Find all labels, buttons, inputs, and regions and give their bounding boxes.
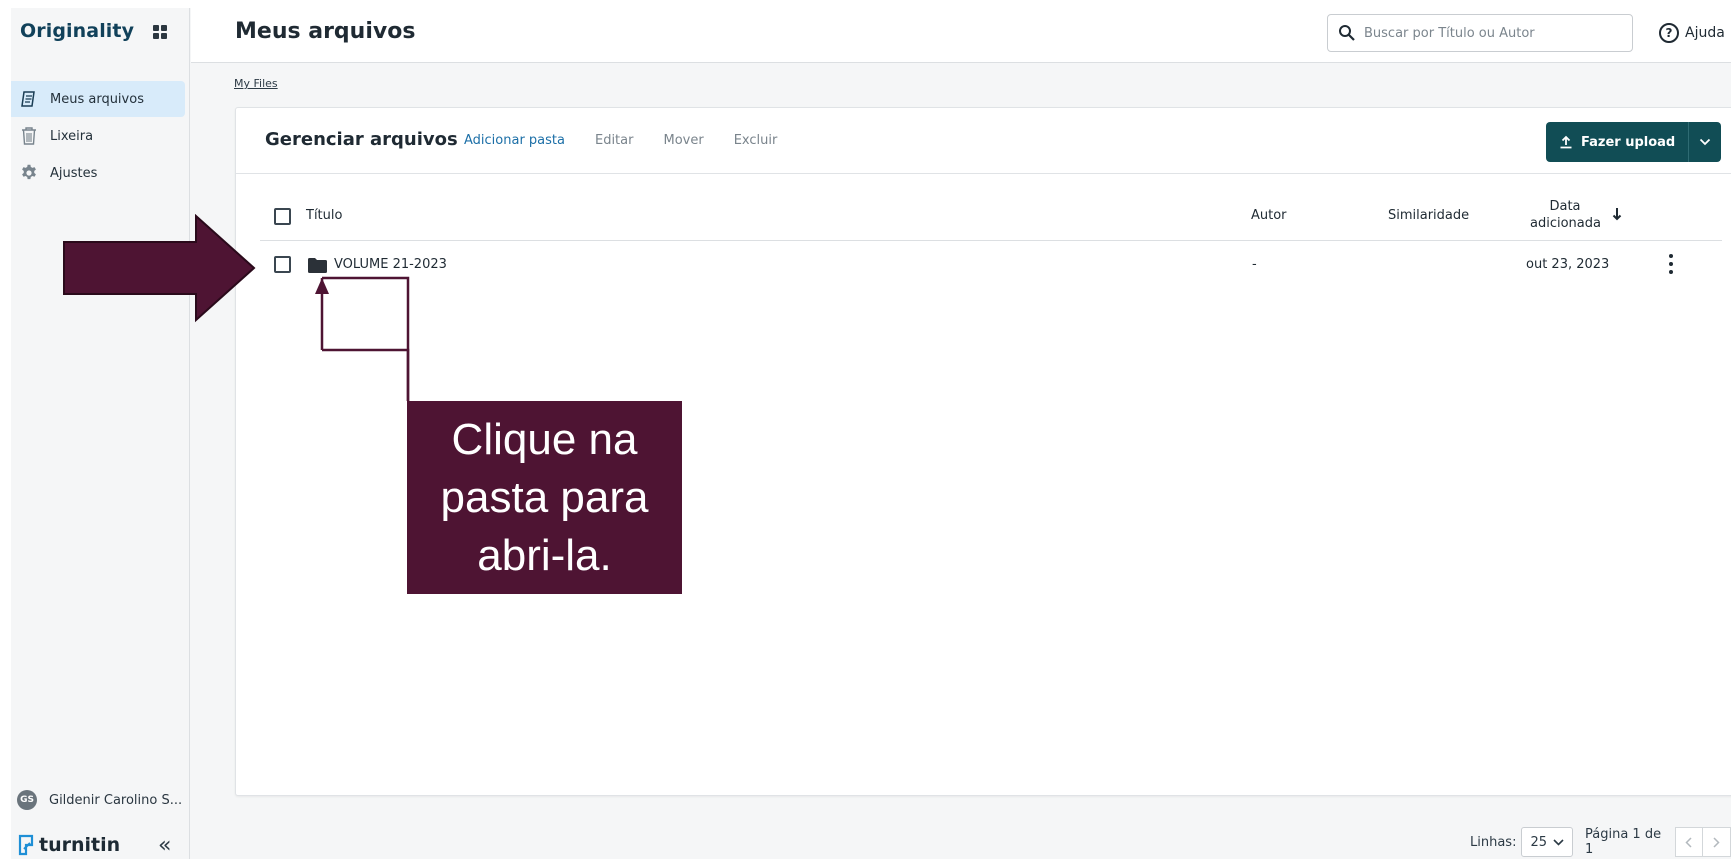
upload-split-button: Fazer upload	[1546, 122, 1722, 162]
chevron-down-icon	[1700, 138, 1711, 146]
search-input[interactable]	[1364, 25, 1614, 41]
help-button[interactable]: ? Ajuda	[1659, 23, 1725, 43]
row-author: -	[1252, 257, 1257, 272]
chevron-right-icon	[1713, 836, 1720, 848]
turnitin-logo: turnitin	[18, 834, 120, 856]
action-bar: Adicionar pasta Editar Mover Excluir	[464, 133, 807, 148]
user-menu[interactable]: GS Gildenir Carolino S...	[17, 790, 182, 810]
column-header-similarity[interactable]: Similaridade	[1388, 208, 1469, 223]
more-options-icon[interactable]	[1668, 254, 1674, 274]
edit-button[interactable]: Editar	[595, 133, 634, 148]
page-indicator: Página 1 de 1	[1585, 827, 1662, 857]
turnitin-logo-icon	[18, 834, 34, 856]
upload-icon	[1560, 135, 1572, 149]
help-icon: ?	[1659, 23, 1679, 43]
sort-descending-icon[interactable]	[1612, 207, 1622, 225]
pagination: Linhas: 25 Página 1 de 1	[1470, 827, 1731, 857]
upload-options-button[interactable]	[1689, 122, 1722, 162]
avatar: GS	[17, 790, 37, 810]
next-page-button[interactable]	[1702, 827, 1731, 857]
delete-button[interactable]: Excluir	[734, 133, 778, 148]
card-header: Gerenciar arquivos Adicionar pasta Edita…	[236, 108, 1731, 174]
column-header-date-line1: Data	[1549, 199, 1581, 214]
row-date: out 23, 2023	[1526, 257, 1610, 272]
column-header-date[interactable]: Data adicionada	[1530, 198, 1601, 232]
rows-per-page-label: Linhas:	[1470, 834, 1517, 850]
chevron-down-icon	[1553, 838, 1564, 846]
column-header-author[interactable]: Autor	[1251, 208, 1287, 223]
rows-per-page-select[interactable]: 25	[1521, 827, 1573, 857]
user-name: Gildenir Carolino S...	[49, 792, 183, 808]
search-box[interactable]	[1327, 14, 1633, 52]
table-header: Título Autor Similaridade Data adicionad…	[260, 192, 1722, 241]
move-button[interactable]: Mover	[663, 133, 703, 148]
top-bar: Meus arquivos ? Ajuda	[191, 8, 1731, 63]
callout-connector-icon	[315, 276, 410, 401]
collapse-sidebar-icon[interactable]: «	[158, 833, 171, 858]
column-header-date-line2: adicionada	[1530, 216, 1601, 231]
upload-label: Fazer upload	[1581, 134, 1676, 150]
search-icon	[1339, 25, 1355, 41]
turnitin-wordmark: turnitin	[39, 834, 121, 856]
rows-per-page-value: 25	[1530, 834, 1547, 850]
chevron-left-icon	[1685, 836, 1692, 848]
instruction-callout: Clique na pasta para abri-la.	[407, 401, 682, 594]
add-folder-button[interactable]: Adicionar pasta	[464, 133, 565, 148]
upload-button[interactable]: Fazer upload	[1546, 122, 1690, 162]
table-row[interactable]: VOLUME 21-2023 - out 23, 2023	[260, 242, 1722, 288]
help-label: Ajuda	[1685, 25, 1725, 41]
previous-page-button[interactable]	[1674, 827, 1703, 857]
